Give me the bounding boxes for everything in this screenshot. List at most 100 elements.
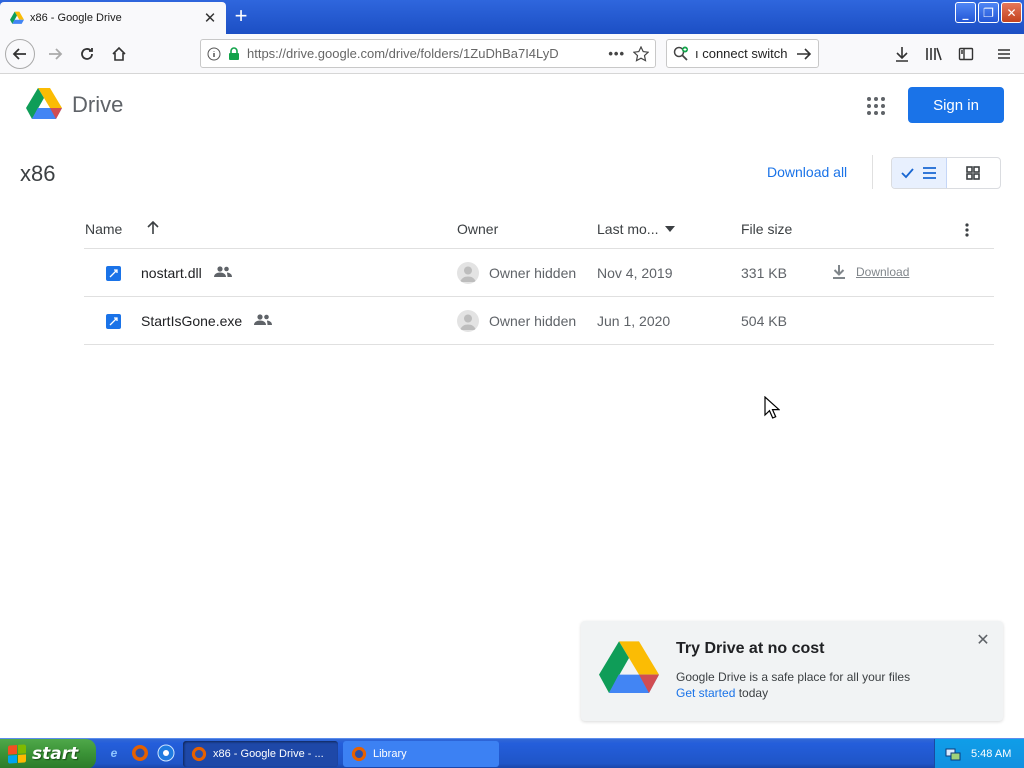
firefox-icon bbox=[191, 746, 207, 762]
shared-people-icon bbox=[254, 314, 272, 325]
home-button[interactable] bbox=[105, 40, 133, 68]
sign-in-button[interactable]: Sign in bbox=[908, 87, 1004, 123]
network-icon[interactable] bbox=[945, 746, 961, 762]
file-table: Name Owner Last mo... File size nostart.… bbox=[84, 208, 994, 345]
browser-toolbar: https://drive.google.com/drive/folders/1… bbox=[0, 34, 1024, 74]
more-vert-icon[interactable] bbox=[964, 223, 970, 237]
library-button[interactable] bbox=[920, 40, 948, 68]
back-arrow-icon bbox=[12, 47, 26, 60]
promo-title: Try Drive at no cost bbox=[676, 640, 825, 657]
reload-button[interactable] bbox=[73, 40, 101, 68]
browser-tabstrip: x86 - Google Drive ✕ + _ ❐ ✕ bbox=[0, 0, 1024, 34]
search-engine-icon bbox=[673, 46, 688, 61]
minimize-button[interactable]: _ bbox=[955, 2, 976, 23]
sidebar-button[interactable] bbox=[952, 40, 980, 68]
back-button[interactable] bbox=[5, 38, 35, 69]
firefox-icon[interactable] bbox=[130, 743, 150, 763]
url-text: https://drive.google.com/drive/folders/1… bbox=[247, 46, 559, 61]
clock: 5:48 AM bbox=[971, 748, 1012, 760]
address-bar[interactable]: https://drive.google.com/drive/folders/1… bbox=[200, 39, 656, 68]
table-row[interactable]: StartIsGone.exe Owner hidden Jun 1, 2020… bbox=[84, 297, 994, 345]
shared-people-icon bbox=[214, 266, 232, 277]
file-icon bbox=[106, 266, 121, 281]
owner-text: Owner hidden bbox=[489, 265, 577, 281]
table-row[interactable]: nostart.dll Owner hidden Nov 4, 2019 331… bbox=[84, 249, 994, 297]
download-button[interactable]: Download bbox=[832, 264, 909, 280]
search-go-arrow-icon[interactable] bbox=[796, 46, 812, 62]
media-player-icon[interactable] bbox=[156, 743, 176, 763]
file-name[interactable]: nostart.dll bbox=[141, 265, 202, 281]
header-name[interactable]: Name bbox=[85, 221, 122, 237]
promo-card: Try Drive at no cost Google Drive is a s… bbox=[581, 621, 1003, 721]
google-drive-logo bbox=[599, 641, 659, 693]
file-size-text: 331 KB bbox=[741, 265, 787, 281]
download-label[interactable]: Download bbox=[856, 265, 909, 279]
desktop-screen: x86 - Google Drive ✕ + _ ❐ ✕ https://dri… bbox=[0, 0, 1024, 768]
header-last-modified[interactable]: Last mo... bbox=[597, 221, 658, 237]
grid-view-button[interactable] bbox=[947, 158, 1001, 188]
system-tray: 5:48 AM bbox=[934, 739, 1024, 768]
sort-caret-icon[interactable] bbox=[665, 226, 675, 232]
hamburger-menu-icon bbox=[998, 49, 1010, 59]
drive-header: Drive Sign in bbox=[0, 75, 1024, 137]
browser-tab[interactable]: x86 - Google Drive ✕ bbox=[0, 2, 226, 34]
close-window-button[interactable]: ✕ bbox=[1001, 2, 1022, 23]
apps-grid-icon[interactable] bbox=[866, 96, 886, 116]
new-tab-button[interactable]: + bbox=[230, 4, 252, 30]
download-icon bbox=[833, 265, 845, 279]
file-size-text: 504 KB bbox=[741, 313, 787, 329]
download-arrow-icon bbox=[896, 47, 908, 62]
promo-text: Google Drive is a safe place for all you… bbox=[676, 670, 911, 684]
last-modified-text: Nov 4, 2019 bbox=[597, 265, 673, 281]
task-label: x86 - Google Drive - ... bbox=[213, 748, 324, 760]
restore-button[interactable]: ❐ bbox=[978, 2, 999, 23]
list-view-button[interactable] bbox=[892, 158, 947, 188]
bookmark-star-icon[interactable] bbox=[633, 45, 649, 62]
avatar bbox=[457, 262, 479, 284]
forward-arrow-icon bbox=[49, 47, 63, 60]
taskbar-item-firefox[interactable]: x86 - Google Drive - ... bbox=[183, 741, 338, 767]
menu-button[interactable] bbox=[990, 40, 1018, 68]
header-file-size: File size bbox=[741, 221, 793, 237]
folder-title: x86 bbox=[20, 161, 56, 186]
close-icon[interactable]: ✕ bbox=[975, 633, 991, 649]
forward-button[interactable] bbox=[41, 40, 69, 68]
download-all-button[interactable]: Download all bbox=[767, 164, 847, 180]
firefox-icon bbox=[351, 746, 367, 762]
google-drive-logo[interactable] bbox=[26, 88, 62, 120]
window-controls: _ ❐ ✕ bbox=[955, 2, 1022, 23]
file-name[interactable]: StartIsGone.exe bbox=[141, 313, 242, 329]
mouse-cursor-icon bbox=[764, 396, 780, 419]
toolbar-right-icons bbox=[888, 40, 1018, 68]
promo-tail: today bbox=[738, 686, 769, 700]
list-view-icon bbox=[901, 167, 936, 179]
last-modified-text: Jun 1, 2020 bbox=[597, 313, 671, 329]
avatar bbox=[457, 310, 479, 332]
table-header: Name Owner Last mo... File size bbox=[84, 208, 994, 249]
owner-text: Owner hidden bbox=[489, 313, 577, 329]
internet-explorer-icon[interactable]: e bbox=[104, 743, 124, 763]
view-toggle bbox=[891, 157, 1001, 189]
home-icon bbox=[112, 46, 126, 61]
task-label: Library bbox=[373, 748, 407, 760]
windows-logo-icon bbox=[8, 744, 26, 764]
search-bar[interactable]: ı connect switch bbox=[666, 39, 819, 68]
page-actions-icon[interactable]: ••• bbox=[608, 46, 625, 61]
sort-arrow-up-icon[interactable] bbox=[146, 221, 160, 235]
start-button[interactable]: start bbox=[0, 739, 96, 768]
taskbar-item-library[interactable]: Library bbox=[343, 741, 499, 767]
start-label: start bbox=[32, 744, 79, 764]
get-started-link[interactable]: Get started bbox=[676, 686, 735, 700]
search-query: ı connect switch bbox=[695, 46, 788, 61]
quick-launch: e bbox=[104, 743, 176, 763]
tab-title: x86 - Google Drive bbox=[30, 12, 122, 24]
reload-icon bbox=[81, 47, 93, 60]
library-icon bbox=[926, 47, 942, 61]
info-icon[interactable] bbox=[207, 47, 221, 61]
downloads-button[interactable] bbox=[888, 40, 916, 68]
lock-icon bbox=[229, 46, 239, 60]
header-owner: Owner bbox=[457, 221, 499, 237]
tab-close-icon[interactable]: ✕ bbox=[202, 9, 218, 27]
file-icon bbox=[106, 314, 121, 329]
drive-brand-name[interactable]: Drive bbox=[72, 92, 123, 118]
